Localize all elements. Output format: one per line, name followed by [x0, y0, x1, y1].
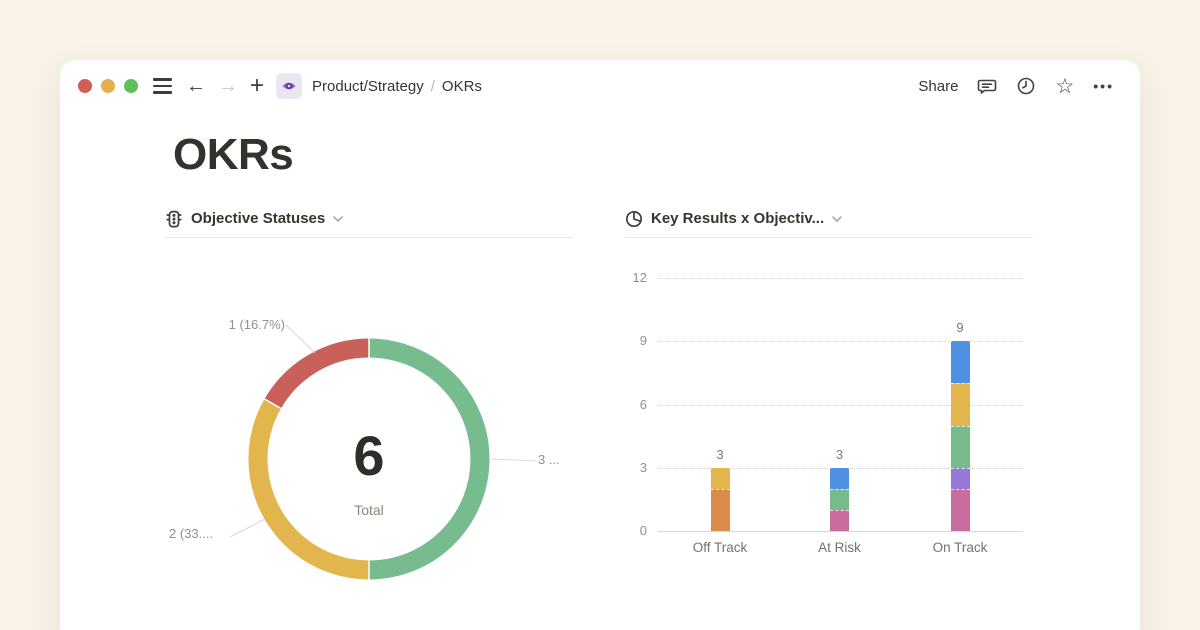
donut-label-yellow: 2 (33.... [169, 526, 213, 541]
share-button[interactable]: Share [918, 78, 958, 95]
traffic-light-icon [165, 210, 183, 228]
y-tick-label: 0 [625, 523, 647, 538]
bar-total-label: 3 [810, 447, 870, 462]
donut-total-label: Total [289, 502, 449, 518]
updates-clock-icon[interactable] [1016, 76, 1036, 96]
zoom-window-button[interactable] [124, 79, 138, 93]
right-chart-header[interactable]: Key Results x Objectiv... [625, 200, 1033, 238]
bar-plot: 0 3 6 9 12 3 Off Track 3 At Risk 9 On Track [625, 238, 1033, 558]
eye-icon [281, 78, 297, 94]
notion-window: ← → + Product/Strategy / OKRs Share [60, 60, 1140, 630]
donut-chart-area: 6 Total 1 (16.7%) 2 (33.... 3 ... [165, 238, 573, 630]
x-category-label: Off Track [675, 540, 765, 555]
y-tick-label: 9 [625, 333, 647, 348]
donut-label-green: 3 ... [538, 452, 560, 467]
x-category-label: At Risk [795, 540, 885, 555]
donut-label-red: 1 (16.7%) [175, 317, 285, 332]
y-tick-label: 3 [625, 460, 647, 475]
window-topbar: ← → + Product/Strategy / OKRs Share [60, 60, 1140, 112]
breadcrumb-separator: / [424, 78, 442, 95]
chevron-down-icon [832, 216, 842, 222]
key-results-chart-block: Key Results x Objectiv... 0 3 6 9 12 3 Off Tra… [625, 200, 1033, 630]
bar-segment[interactable] [711, 489, 730, 531]
forward-arrow-icon[interactable]: → [218, 76, 238, 96]
x-category-label: On Track [915, 540, 1005, 555]
y-tick-label: 6 [625, 397, 647, 412]
minimize-window-button[interactable] [101, 79, 115, 93]
topbar-actions: Share ☆ ••• [918, 76, 1114, 97]
page-eye-icon[interactable] [276, 73, 302, 99]
bar-total-label: 3 [690, 447, 750, 462]
bar-segment[interactable] [830, 468, 849, 489]
bar-segment[interactable] [830, 510, 849, 531]
traffic-lights [78, 79, 138, 93]
bar-chart-area: 0 3 6 9 12 3 Off Track 3 At Risk 9 On Track [625, 238, 1033, 630]
bar-segment[interactable] [711, 468, 730, 489]
chevron-down-icon [333, 216, 343, 222]
breadcrumb-current[interactable]: OKRs [442, 78, 482, 95]
gridline [658, 278, 1023, 279]
comments-icon[interactable] [977, 76, 997, 96]
bar-segment[interactable] [951, 468, 970, 489]
pie-chart-icon [625, 210, 643, 228]
back-arrow-icon[interactable]: ← [186, 76, 206, 96]
more-options-icon[interactable]: ••• [1093, 79, 1114, 93]
donut-center: 6 Total [289, 428, 449, 518]
new-page-plus-icon[interactable]: + [250, 74, 264, 98]
left-chart-header[interactable]: Objective Statuses [165, 200, 573, 238]
bar-segment[interactable] [951, 426, 970, 468]
right-chart-title: Key Results x Objectiv... [651, 210, 824, 227]
bar-segment[interactable] [951, 383, 970, 425]
y-tick-label: 12 [625, 270, 647, 285]
breadcrumb: Product/Strategy / OKRs [312, 78, 482, 95]
x-axis-line [658, 531, 1023, 532]
bar-segment[interactable] [951, 489, 970, 531]
objective-statuses-chart-block: Objective Statuses 6 Total 1 (16.7%) 2 (… [165, 200, 573, 630]
bar-segment[interactable] [951, 341, 970, 383]
donut-total-value: 6 [289, 428, 449, 484]
favorite-star-icon[interactable]: ☆ [1055, 76, 1074, 97]
bar-segment[interactable] [830, 489, 849, 510]
left-chart-title: Objective Statuses [191, 210, 325, 227]
bar-total-label: 9 [930, 320, 990, 335]
page-title: OKRs [173, 130, 293, 180]
breadcrumb-parent[interactable]: Product/Strategy [312, 78, 424, 95]
close-window-button[interactable] [78, 79, 92, 93]
sidebar-toggle-icon[interactable] [153, 78, 172, 93]
